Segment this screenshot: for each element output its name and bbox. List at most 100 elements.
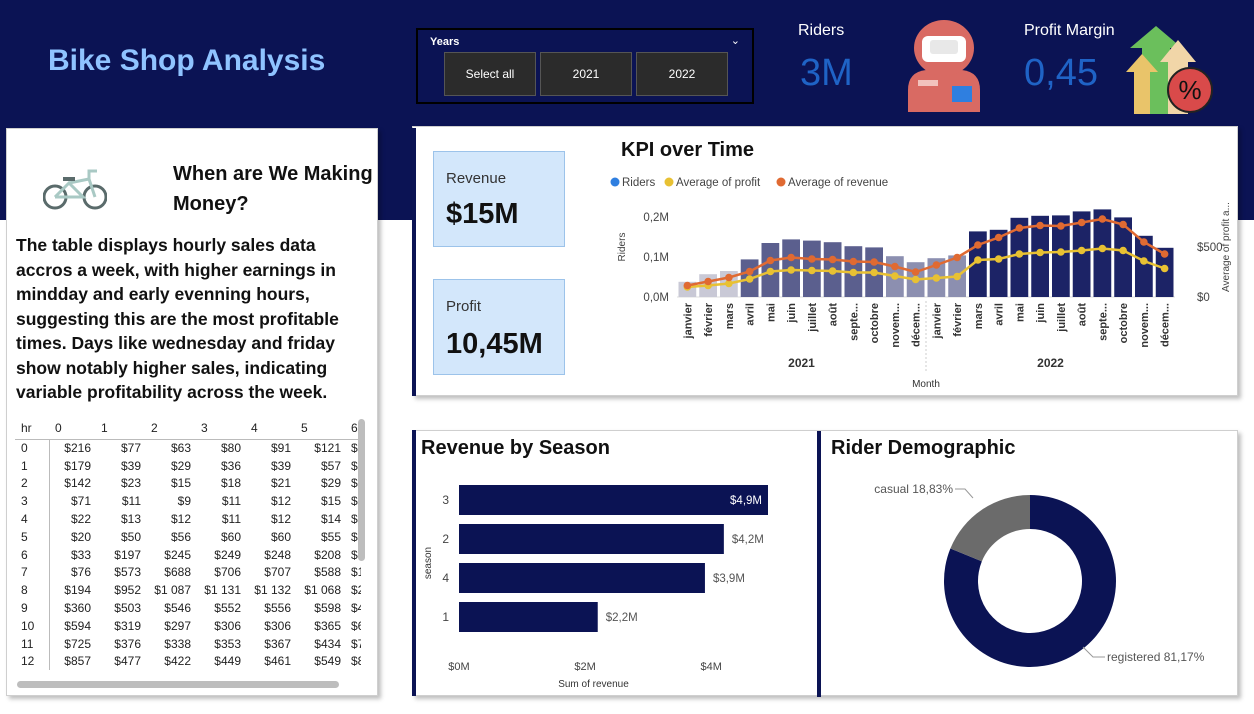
- revenue-point[interactable]: [932, 261, 941, 269]
- legend-label: Riders: [622, 177, 655, 189]
- revenue-point[interactable]: [828, 255, 837, 264]
- profit-point[interactable]: [1077, 246, 1086, 255]
- table-cell: $20: [70, 529, 91, 544]
- x-tick-label: juin: [786, 303, 798, 324]
- revenue-point[interactable]: [1057, 222, 1065, 230]
- profit-point[interactable]: [953, 272, 961, 281]
- season-bar[interactable]: [459, 524, 724, 554]
- revenue-point[interactable]: [704, 277, 712, 286]
- table-vertical-scrollbar[interactable]: [358, 419, 365, 561]
- profit-point[interactable]: [1098, 244, 1107, 253]
- revenue-point[interactable]: [725, 273, 733, 282]
- revenue-point[interactable]: [974, 241, 982, 249]
- revenue-point[interactable]: [787, 253, 795, 262]
- table-column-header[interactable]: 0: [49, 417, 95, 439]
- revenue-point[interactable]: [1015, 224, 1024, 232]
- y-tick-label: 0,0M: [643, 292, 669, 304]
- table-cell: $29: [320, 476, 341, 491]
- revenue-point[interactable]: [745, 267, 754, 276]
- profit-label: Profit: [446, 298, 482, 315]
- table-cell: $142: [64, 476, 91, 491]
- revenue-point[interactable]: [683, 281, 692, 290]
- profit-point[interactable]: [911, 275, 920, 284]
- profit-point[interactable]: [745, 275, 754, 283]
- profit-point[interactable]: [1119, 246, 1127, 255]
- table-row: 7 $76 $573 $688 $706 $707 $588 $1(: [15, 563, 361, 582]
- season-bar[interactable]: [459, 485, 768, 515]
- revenue-point[interactable]: [994, 233, 1003, 242]
- table-column-header[interactable]: 5: [295, 417, 345, 439]
- profit-point[interactable]: [891, 272, 899, 280]
- revenue-point[interactable]: [870, 258, 878, 266]
- revenue-point[interactable]: [808, 255, 816, 263]
- profit-point[interactable]: [828, 267, 837, 275]
- table-column-header[interactable]: 4: [245, 417, 295, 439]
- y2-axis-label: Average of profit a...: [1221, 202, 1232, 292]
- x-tick-label: novem...: [1139, 303, 1151, 348]
- registered-leader-line: [1082, 646, 1105, 658]
- revenue-point[interactable]: [1140, 238, 1148, 246]
- table-column-header[interactable]: 2: [145, 417, 195, 439]
- profit-point[interactable]: [1160, 264, 1169, 273]
- donut-slice-casual[interactable]: [950, 495, 1030, 562]
- profit-point[interactable]: [1015, 250, 1024, 258]
- profit-point[interactable]: [974, 256, 982, 264]
- profit-point[interactable]: [932, 274, 941, 282]
- table-column-header[interactable]: 3: [195, 417, 245, 439]
- legend-marker: [776, 177, 786, 187]
- table-cell: $18: [220, 476, 241, 491]
- hourly-sales-table: hr0123456 0$216$77$63$80$91$121$211$179$…: [15, 417, 361, 679]
- profit-point[interactable]: [1057, 248, 1065, 256]
- season-x-tick-label: $2M: [574, 661, 595, 673]
- table-cell: $552: [214, 601, 241, 616]
- profit-margin-label: Profit Margin: [1024, 22, 1115, 39]
- table-row: 8 $194 $952 $1 087 $1 131 $1 132 $1 068 $2(: [15, 581, 361, 600]
- profit-point[interactable]: [849, 268, 858, 277]
- table-cell: $12: [270, 512, 291, 527]
- x-tick-label: septe...: [1097, 303, 1109, 341]
- revenue-point[interactable]: [1119, 220, 1127, 229]
- chevron-down-icon[interactable]: ⌄: [731, 34, 740, 47]
- profit-point[interactable]: [808, 266, 816, 275]
- table-cell: $2(: [351, 583, 361, 598]
- profit-point[interactable]: [766, 267, 775, 276]
- revenue-card: Revenue $15M: [433, 151, 565, 247]
- revenue-point[interactable]: [891, 262, 899, 271]
- table-cell: $23: [120, 476, 141, 491]
- profit-point[interactable]: [1140, 257, 1148, 265]
- select-all-button[interactable]: Select all: [444, 52, 536, 96]
- revenue-point[interactable]: [1098, 215, 1107, 223]
- table-column-header[interactable]: 1: [95, 417, 145, 439]
- year-2021-button[interactable]: 2021: [540, 52, 632, 96]
- revenue-point[interactable]: [953, 253, 961, 262]
- x-tick-label: août: [1077, 303, 1089, 327]
- profit-point[interactable]: [994, 255, 1003, 263]
- table-cell: $194: [64, 583, 91, 598]
- revenue-point[interactable]: [1077, 218, 1086, 227]
- profit-point[interactable]: [870, 268, 878, 277]
- table-cell: $197: [114, 547, 141, 562]
- profit-point[interactable]: [1036, 248, 1044, 257]
- table-cell: $338: [164, 636, 191, 651]
- table-cell: $1 131: [204, 583, 241, 598]
- year-2022-button[interactable]: 2022: [636, 52, 728, 96]
- kpi-panel-accent: [412, 128, 416, 396]
- x-tick-label: mai: [765, 303, 777, 322]
- profit-card: Profit 10,45M: [433, 279, 565, 375]
- season-bar[interactable]: [459, 602, 598, 632]
- table-horizontal-scrollbar[interactable]: [17, 681, 339, 688]
- revenue-point[interactable]: [766, 256, 775, 265]
- revenue-point[interactable]: [911, 268, 920, 276]
- revenue-value: $15M: [446, 198, 519, 230]
- revenue-point[interactable]: [849, 257, 858, 266]
- table-row-hour: 4: [15, 510, 50, 528]
- profit-point[interactable]: [787, 266, 795, 274]
- years-slicer-label: Years: [430, 36, 460, 48]
- table-cell: $376: [114, 636, 141, 651]
- season-bar[interactable]: [459, 563, 705, 593]
- revenue-point[interactable]: [1160, 250, 1169, 258]
- year-label: 2021: [788, 356, 815, 370]
- revenue-point[interactable]: [1036, 221, 1044, 230]
- percent-symbol: %: [1178, 75, 1201, 105]
- table-row: 10 $594 $319 $297 $306 $306 $365 $6: [15, 616, 361, 635]
